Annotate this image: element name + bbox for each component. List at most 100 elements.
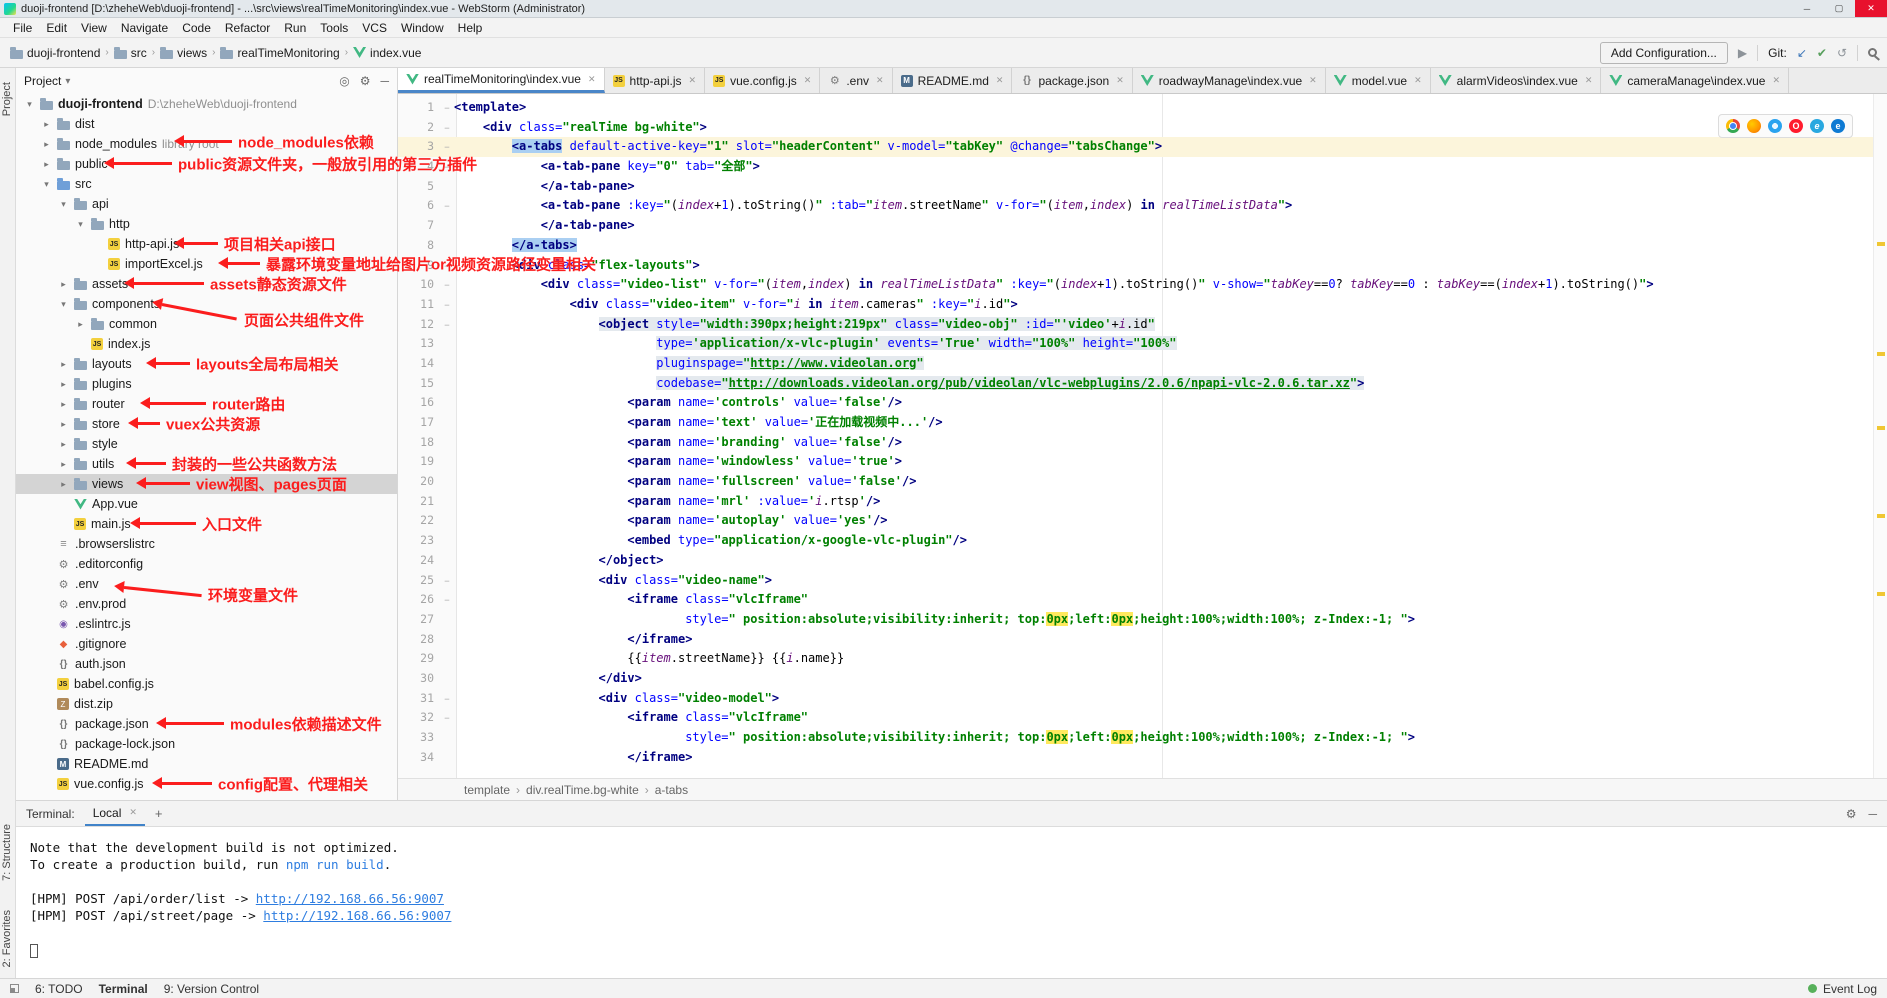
terminal-output[interactable]: Note that the development build is not o… (16, 827, 1887, 978)
close-icon[interactable]: ✕ (1585, 75, 1593, 86)
breadcrumb-item[interactable]: a-tabs (655, 783, 688, 797)
tree-item-api[interactable]: ▾api (16, 194, 397, 214)
tree-item-duoji-frontend[interactable]: ▾duoji-frontend D:\zheheWeb\duoji-fronte… (16, 94, 397, 114)
tree-item-babel.config.js[interactable]: JSbabel.config.js (16, 674, 397, 694)
statusbar-6-todo[interactable]: 6: TODO (35, 982, 83, 996)
editor-tab[interactable]: model.vue✕ (1326, 68, 1431, 93)
editor-tab[interactable]: JShttp-api.js✕ (605, 68, 706, 93)
code-line[interactable]: 24 </object> (398, 551, 1887, 571)
code-line[interactable]: 27 style=" position:absolute;visibility:… (398, 610, 1887, 630)
tree-item-node_modules[interactable]: ▸node_modules library root (16, 134, 397, 154)
line-number[interactable]: 5 (398, 177, 440, 197)
event-log-label[interactable]: Event Log (1823, 982, 1877, 996)
tree-item-public[interactable]: ▸public (16, 154, 397, 174)
chevron-right-icon[interactable]: ▸ (41, 159, 52, 170)
breadcrumb-item[interactable]: views (160, 46, 207, 60)
terminal-tab-local[interactable]: Local ✕ (85, 802, 145, 826)
code-line[interactable]: 7 </a-tab-pane> (398, 216, 1887, 236)
menu-item-code[interactable]: Code (175, 21, 218, 35)
tree-item-utils[interactable]: ▸utils (16, 454, 397, 474)
tree-item-plugins[interactable]: ▸plugins (16, 374, 397, 394)
chevron-right-icon[interactable]: ▸ (58, 379, 69, 390)
tree-item-components[interactable]: ▾components (16, 294, 397, 314)
chevron-right-icon[interactable]: ▸ (58, 459, 69, 470)
editor-tab[interactable]: roadwayManage\index.vue✕ (1133, 68, 1326, 93)
tree-item-layouts[interactable]: ▸layouts (16, 354, 397, 374)
chevron-right-icon[interactable]: ▸ (58, 279, 69, 290)
code-line[interactable]: 22 <param name='autoplay' value='yes'/> (398, 511, 1887, 531)
code-line[interactable]: 20 <param name='fullscreen' value='false… (398, 472, 1887, 492)
line-number[interactable]: 10 (398, 275, 440, 295)
edge-icon[interactable]: e (1831, 119, 1845, 133)
add-configuration-button[interactable]: Add Configuration... (1600, 42, 1728, 64)
line-number[interactable]: 19 (398, 452, 440, 472)
code-line[interactable]: 12− <object style="width:390px;height:21… (398, 315, 1887, 335)
menu-item-help[interactable]: Help (451, 21, 490, 35)
line-number[interactable]: 32 (398, 708, 440, 728)
editor-tab[interactable]: cameraManage\index.vue✕ (1601, 68, 1789, 93)
chevron-right-icon[interactable]: ▸ (41, 119, 52, 130)
code-line[interactable]: 3− <a-tabs default-active-key="1" slot="… (398, 137, 1887, 157)
code-line[interactable]: 4− <a-tab-pane key="0" tab="全部"> (398, 157, 1887, 177)
chevron-down-icon[interactable]: ▾ (24, 99, 35, 110)
code-line[interactable]: 13 type='application/x-vlc-plugin' event… (398, 334, 1887, 354)
chevron-down-icon[interactable]: ▾ (75, 219, 86, 230)
code-line[interactable]: 18 <param name='branding' value='false'/… (398, 433, 1887, 453)
statusbar-9-version-control[interactable]: 9: Version Control (164, 982, 259, 996)
code-line[interactable]: 8 </a-tabs> (398, 236, 1887, 256)
code-line[interactable]: 34 </iframe> (398, 748, 1887, 768)
menu-item-run[interactable]: Run (277, 21, 313, 35)
editor-tab[interactable]: ⚙.env✕ (820, 68, 892, 93)
code-line[interactable]: 29 {{item.streetName}} {{i.name}} (398, 649, 1887, 669)
git-update-icon[interactable]: ↙ (1797, 46, 1807, 60)
tree-item-views[interactable]: ▸views (16, 474, 397, 494)
code-line[interactable]: 32− <iframe class="vlcIframe" (398, 708, 1887, 728)
breadcrumb-item[interactable]: div.realTime.bg-white (526, 783, 639, 797)
chevron-down-icon[interactable]: ▾ (58, 299, 69, 310)
close-icon[interactable]: ✕ (1414, 75, 1422, 86)
line-number[interactable]: 7 (398, 216, 440, 236)
line-number[interactable]: 20 (398, 472, 440, 492)
code-line[interactable]: 14 pluginspage="http://www.videolan.org" (398, 354, 1887, 374)
minimize-icon[interactable]: ─ (1868, 807, 1877, 821)
menu-item-navigate[interactable]: Navigate (114, 21, 175, 35)
menu-item-window[interactable]: Window (394, 21, 451, 35)
new-terminal-icon[interactable]: + (155, 806, 163, 821)
safari-icon[interactable] (1768, 119, 1782, 133)
editor-tab[interactable]: alarmVideos\index.vue✕ (1431, 68, 1602, 93)
tree-item-.env.prod[interactable]: ⚙.env.prod (16, 594, 397, 614)
close-button[interactable]: ✕ (1855, 0, 1887, 17)
editor-tab[interactable]: JSvue.config.js✕ (705, 68, 820, 93)
code-line[interactable]: 16 <param name='controls' value='false'/… (398, 393, 1887, 413)
line-number[interactable]: 34 (398, 748, 440, 768)
tree-item-index.js[interactable]: JSindex.js (16, 334, 397, 354)
tree-item-assets[interactable]: ▸assets (16, 274, 397, 294)
minimize-button[interactable]: ─ (1791, 0, 1823, 17)
code-line[interactable]: 21 <param name='mrl' :value='i.rtsp'/> (398, 492, 1887, 512)
editor-tab[interactable]: MREADME.md✕ (893, 68, 1013, 93)
tree-item-auth.json[interactable]: {}auth.json (16, 654, 397, 674)
line-number[interactable]: 30 (398, 669, 440, 689)
tree-item-importExcel.js[interactable]: JSimportExcel.js (16, 254, 397, 274)
line-number[interactable]: 25 (398, 571, 440, 591)
line-number[interactable]: 9 (398, 256, 440, 276)
tree-item-.browserslistrc[interactable]: ≡.browserslistrc (16, 534, 397, 554)
tree-item-package.json[interactable]: {}package.json (16, 714, 397, 734)
close-icon[interactable]: ✕ (129, 807, 137, 818)
menu-item-tools[interactable]: Tools (313, 21, 355, 35)
code-line[interactable]: 28 </iframe> (398, 630, 1887, 650)
maximize-button[interactable]: ▢ (1823, 0, 1855, 17)
menu-item-view[interactable]: View (74, 21, 114, 35)
line-number[interactable]: 27 (398, 610, 440, 630)
run-icon[interactable]: ▶ (1738, 46, 1747, 60)
tree-item-main.js[interactable]: JSmain.js (16, 514, 397, 534)
close-icon[interactable]: ✕ (804, 75, 812, 86)
line-number[interactable]: 26 (398, 590, 440, 610)
editor[interactable]: 1−<template>2− <div class="realTime bg-w… (398, 94, 1887, 778)
tree-item-http[interactable]: ▾http (16, 214, 397, 234)
tree-item-http-api.js[interactable]: JShttp-api.js (16, 234, 397, 254)
close-icon[interactable]: ✕ (1772, 75, 1780, 86)
line-number[interactable]: 16 (398, 393, 440, 413)
tree-item-store[interactable]: ▸store (16, 414, 397, 434)
code-line[interactable]: 1−<template> (398, 98, 1887, 118)
